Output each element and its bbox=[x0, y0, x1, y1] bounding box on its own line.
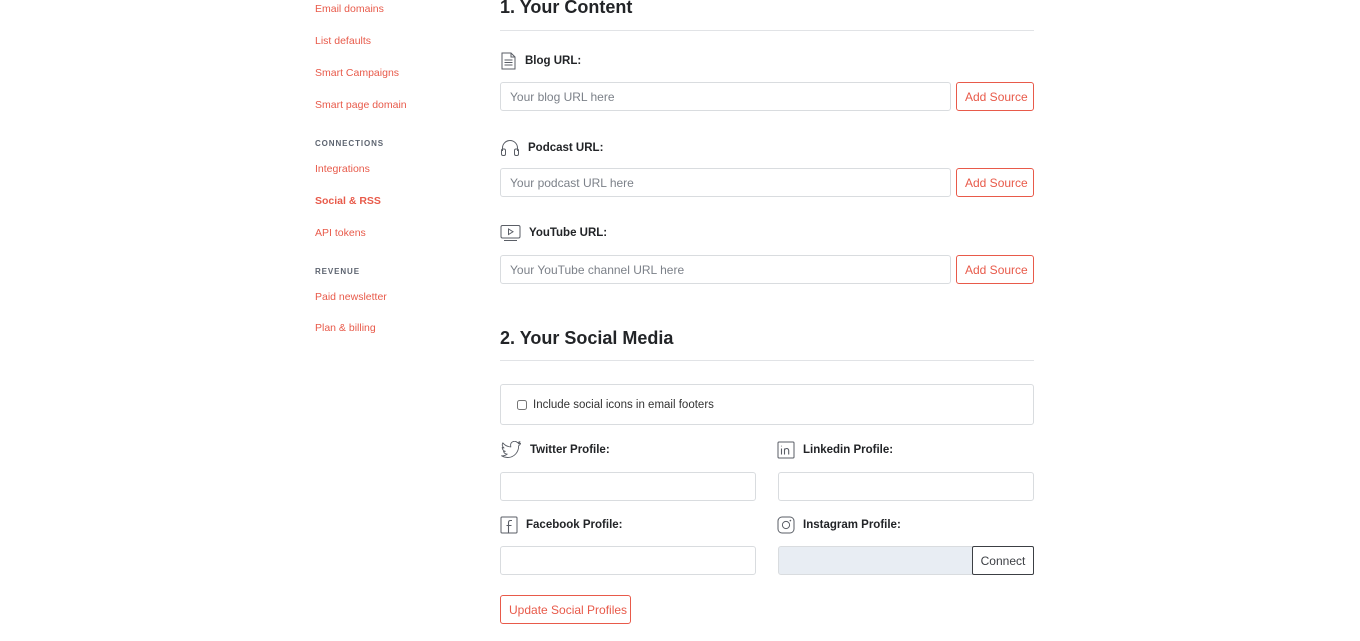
facebook-profile-label-text: Facebook Profile: bbox=[526, 519, 623, 531]
youtube-url-label-text: YouTube URL: bbox=[529, 227, 608, 239]
linkedin-profile-input[interactable] bbox=[778, 472, 1034, 501]
include-social-icons-row[interactable]: Include social icons in email footers bbox=[500, 384, 1034, 425]
youtube-url-label: YouTube URL: bbox=[500, 224, 607, 242]
document-icon bbox=[501, 52, 516, 70]
podcast-url-input[interactable] bbox=[500, 168, 951, 197]
instagram-connect-button[interactable]: Connect bbox=[972, 546, 1034, 575]
sidebar-item-paid-newsletter[interactable]: Paid newsletter bbox=[315, 291, 387, 303]
linkedin-profile-label: Linkedin Profile: bbox=[777, 441, 893, 459]
instagram-profile-label-text: Instagram Profile: bbox=[803, 519, 901, 531]
instagram-profile-label: Instagram Profile: bbox=[777, 516, 901, 534]
twitter-profile-label-text: Twitter Profile: bbox=[530, 444, 610, 456]
headphones-icon bbox=[501, 140, 519, 156]
divider bbox=[500, 360, 1034, 361]
divider bbox=[500, 30, 1034, 31]
sidebar-item-integrations[interactable]: Integrations bbox=[315, 163, 370, 175]
linkedin-profile-label-text: Linkedin Profile: bbox=[803, 444, 894, 456]
sidebar-heading-revenue: REVENUE bbox=[315, 267, 360, 276]
update-social-profiles-button[interactable]: Update Social Profiles bbox=[500, 595, 631, 624]
sidebar-item-api-tokens[interactable]: API tokens bbox=[315, 227, 366, 239]
sidebar-item-plan-billing[interactable]: Plan & billing bbox=[315, 322, 376, 334]
sidebar-item-email-domains[interactable]: Email domains bbox=[315, 3, 384, 15]
podcast-url-label: Podcast URL: bbox=[500, 138, 603, 157]
twitter-bird-icon bbox=[501, 441, 521, 458]
podcast-url-label-text: Podcast URL: bbox=[528, 141, 604, 154]
blog-url-input[interactable] bbox=[500, 82, 951, 111]
blog-add-source-button[interactable]: Add Source bbox=[956, 82, 1034, 111]
sidebar-item-list-defaults[interactable]: List defaults bbox=[315, 35, 371, 47]
include-social-icons-label: Include social icons in email footers bbox=[533, 398, 714, 411]
main-content: 1. Your Content Blog URL: Add Source Pod… bbox=[500, 0, 1034, 641]
video-player-icon bbox=[500, 225, 521, 241]
social-section-title: 2. Your Social Media bbox=[500, 328, 674, 348]
content-section-title: 1. Your Content bbox=[500, 0, 633, 17]
twitter-profile-label: Twitter Profile: bbox=[500, 441, 610, 459]
facebook-icon bbox=[500, 516, 518, 534]
twitter-profile-input[interactable] bbox=[500, 472, 756, 501]
sidebar-item-social-rss[interactable]: Social & RSS bbox=[315, 195, 381, 207]
instagram-icon bbox=[777, 516, 795, 534]
sidebar-item-smart-page-domain[interactable]: Smart page domain bbox=[315, 99, 407, 111]
sidebar-heading-connections: CONNECTIONS bbox=[315, 139, 385, 148]
instagram-profile-input bbox=[778, 546, 974, 575]
facebook-profile-label: Facebook Profile: bbox=[500, 516, 623, 534]
linkedin-icon bbox=[777, 441, 795, 459]
podcast-add-source-button[interactable]: Add Source bbox=[956, 168, 1034, 197]
include-social-icons-checkbox[interactable] bbox=[517, 399, 527, 410]
youtube-url-input[interactable] bbox=[500, 255, 951, 284]
sidebar-item-smart-campaigns[interactable]: Smart Campaigns bbox=[315, 67, 399, 79]
facebook-profile-input[interactable] bbox=[500, 546, 756, 575]
youtube-add-source-button[interactable]: Add Source bbox=[956, 255, 1034, 284]
blog-url-label: Blog URL: bbox=[500, 52, 581, 70]
blog-url-label-text: Blog URL: bbox=[525, 55, 582, 67]
